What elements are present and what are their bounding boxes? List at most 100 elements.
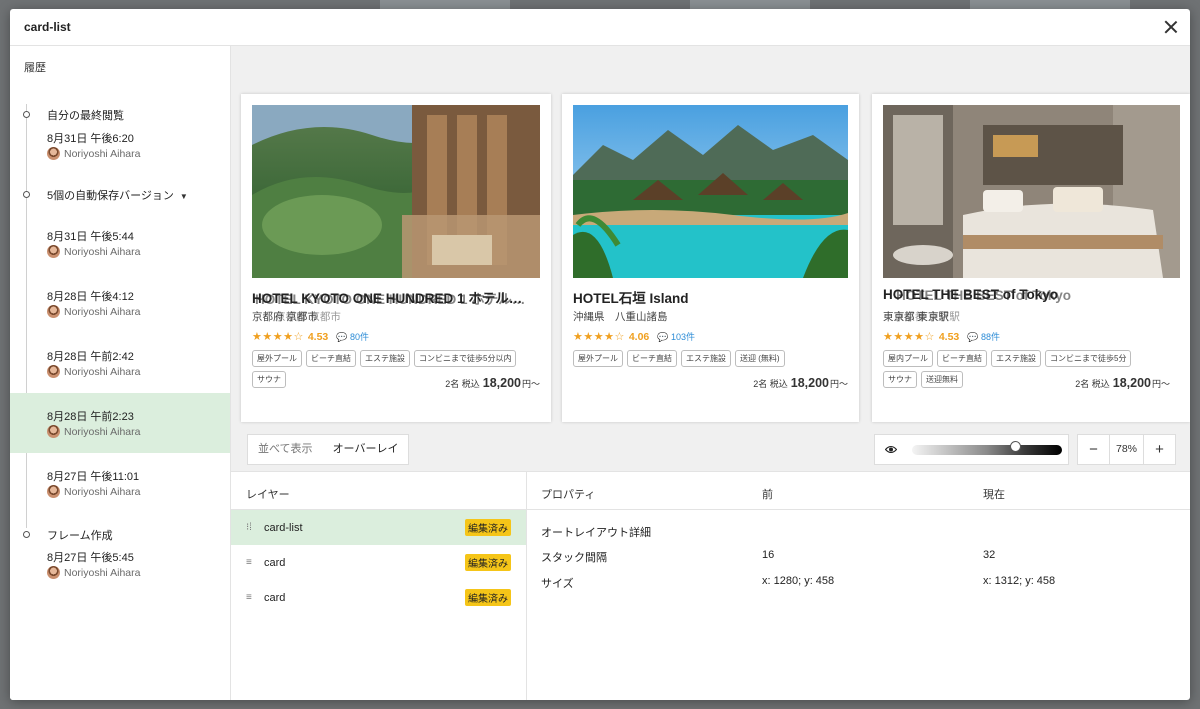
review-count[interactable]: 💬 80件 <box>336 330 369 343</box>
history-user-name: Noriyoshi Aihara <box>64 365 141 378</box>
property-name: サイズ <box>541 578 574 590</box>
history-user-name: Noriyoshi Aihara <box>64 566 141 579</box>
history-user-name: Noriyoshi Aihara <box>64 485 141 498</box>
overlay-opacity-control <box>874 434 1069 465</box>
history-entry-selected[interactable]: 8月28日 午前2:23 Noriyoshi Aihara <box>10 393 230 453</box>
zoom-control: − 78% + <box>1077 434 1176 465</box>
history-entry-time: 8月28日 午前2:42 <box>47 351 134 363</box>
price-value: 18,200 <box>1112 376 1151 390</box>
hotel-name-overlay: HOTEL KYOTO ONE HUNDRED 1 ホテル… <box>255 292 526 307</box>
history-entry-time: 8月28日 午前2:23 <box>47 411 134 423</box>
layer-panel: レイヤー ⁝⁞ card-list 編集済み ≡ card 編集済み ≡ car… <box>231 471 527 700</box>
rating-score: 4.53 <box>938 330 960 343</box>
amenity-tag: エステ施設 <box>681 350 731 367</box>
history-user-name: Noriyoshi Aihara <box>64 425 141 438</box>
overlay-button[interactable]: オーバーレイ <box>323 435 409 464</box>
text-lines-icon: ≡ <box>246 557 252 568</box>
avatar <box>47 147 60 160</box>
hotel-card[interactable]: HOTEL石垣 Island 沖縄県 八重山諸島 ★★★★☆ 4.06 💬 10… <box>562 94 859 422</box>
property-name: スタック間隔 <box>541 552 607 564</box>
hotel-card[interactable]: HOTEL THE BEST of Tokyo HOTEL THE BEST o… <box>872 94 1190 422</box>
layer-name: card <box>264 591 286 604</box>
zoom-in-button[interactable]: + <box>1144 435 1175 464</box>
autosave-group-label: 5個の自動保存バージョン ▼ <box>47 187 188 203</box>
history-entry[interactable]: 8月28日 午後4:12 Noriyoshi Aihara <box>10 278 230 328</box>
dialog-header: card-list <box>10 9 1190 46</box>
edited-badge: 編集済み <box>465 554 511 571</box>
side-by-side-button[interactable]: 並べて表示 <box>248 435 323 464</box>
price-suffix: 円〜 <box>829 379 848 389</box>
avatar <box>47 425 60 438</box>
amenity-tag: サウナ <box>883 371 917 388</box>
before-column-header: 前 <box>762 489 773 501</box>
history-entry-user: Noriyoshi Aihara <box>47 425 140 438</box>
property-current-value: x: 1312; y: 458 <box>983 575 1056 587</box>
history-autosave-group[interactable]: 5個の自動保存バージョン ▼ <box>10 178 230 208</box>
history-entry-user: Noriyoshi Aihara <box>47 245 140 258</box>
history-entry[interactable]: 自分の最終閲覧 8月31日 午後6:20 Noriyoshi Aihara <box>10 98 230 160</box>
close-icon[interactable] <box>1162 18 1180 36</box>
history-entry[interactable]: フレーム作成 8月27日 午後5:45 Noriyoshi Aihara <box>10 518 230 588</box>
preview-canvas: HOTEL KYOTO ONE HUNDRED 1 ホテル… HOTEL KYO… <box>231 46 1190 471</box>
price-value: 18,200 <box>482 376 521 390</box>
property-before-value: 16 <box>762 549 775 561</box>
hotel-name: HOTEL石垣 Island <box>573 291 689 306</box>
review-count[interactable]: 💬 88件 <box>967 330 1000 343</box>
rating-score: 4.53 <box>307 330 329 343</box>
review-count[interactable]: 💬 103件 <box>657 330 695 343</box>
history-entry-user: Noriyoshi Aihara <box>47 566 140 579</box>
history-user-name: Noriyoshi Aihara <box>64 245 141 258</box>
history-entry-time: 8月31日 午後6:20 <box>47 133 134 145</box>
amenity-tag: ビーチ直結 <box>306 350 356 367</box>
hotel-photo-resort-pool <box>573 105 848 278</box>
amenity-tag: サウナ <box>252 371 286 388</box>
price-row: 2名 税込 18,200円〜 <box>1075 376 1170 390</box>
price-row: 2名 税込 18,200円〜 <box>445 376 540 390</box>
amenity-tag: 屋内プール <box>883 350 933 367</box>
timeline-dot-icon <box>23 191 30 198</box>
version-compare-dialog: card-list 履歴 自分の最終閲覧 8月31日 午後6:20 Noriyo… <box>10 9 1190 700</box>
backdrop-strip <box>970 0 1130 9</box>
zoom-level[interactable]: 78% <box>1109 435 1144 464</box>
history-entry[interactable]: 8月28日 午前2:42 Noriyoshi Aihara <box>10 338 230 388</box>
text-lines-icon: ≡ <box>246 592 252 603</box>
opacity-slider-track[interactable] <box>912 445 1062 455</box>
current-column-header: 現在 <box>983 489 1005 501</box>
edited-badge: 編集済み <box>465 589 511 606</box>
zoom-out-button[interactable]: − <box>1078 435 1109 464</box>
opacity-slider-handle[interactable] <box>1009 441 1021 452</box>
star-rating-icon: ★★★★☆ <box>252 331 304 343</box>
history-entry[interactable]: 8月31日 午後5:44 Noriyoshi Aihara <box>10 218 230 268</box>
history-entry[interactable]: 8月27日 午後11:01 Noriyoshi Aihara <box>10 458 230 508</box>
layer-row-card[interactable]: ≡ card 編集済み <box>231 580 526 615</box>
history-entry-user: Noriyoshi Aihara <box>47 147 140 160</box>
amenity-tag: エステ施設 <box>360 350 410 367</box>
history-user-name: Noriyoshi Aihara <box>64 147 141 160</box>
amenity-tag: 屋外プール <box>573 350 623 367</box>
layer-panel-title: レイヤー <box>246 489 290 501</box>
backdrop-strip <box>380 0 510 9</box>
price-guests: 2名 税込 <box>1075 379 1110 389</box>
layer-row-card-list[interactable]: ⁝⁞ card-list 編集済み <box>231 510 526 545</box>
amenity-tags: 屋外プール ビーチ直結 エステ施設 送迎 (無料) <box>573 350 853 367</box>
eye-icon[interactable] <box>885 445 897 454</box>
avatar <box>47 485 60 498</box>
amenity-tag: エステ施設 <box>991 350 1041 367</box>
history-entry-user: Noriyoshi Aihara <box>47 305 140 318</box>
property-current-value: 32 <box>983 549 996 561</box>
layer-row-card[interactable]: ≡ card 編集済み <box>231 545 526 580</box>
hotel-card[interactable]: HOTEL KYOTO ONE HUNDRED 1 ホテル… HOTEL KYO… <box>241 94 551 422</box>
hotel-name-overlay: HOTEL THE BEST of Tokyo <box>896 288 1072 303</box>
section-label: オートレイアウト詳細 <box>541 527 651 539</box>
history-entry-time: 8月27日 午後11:01 <box>47 471 140 483</box>
history-entry-user: Noriyoshi Aihara <box>47 485 140 498</box>
price-value: 18,200 <box>790 376 829 390</box>
price-guests: 2名 税込 <box>445 379 480 389</box>
history-entry-time: 8月27日 午後5:45 <box>47 552 134 564</box>
timeline-dot-icon <box>23 531 30 538</box>
dialog-title: card-list <box>24 20 71 34</box>
property-column-header: プロパティ <box>541 489 596 501</box>
layer-name: card <box>264 556 286 569</box>
history-entry-label: 自分の最終閲覧 <box>47 110 124 122</box>
caret-down-icon[interactable]: ▼ <box>180 192 188 201</box>
